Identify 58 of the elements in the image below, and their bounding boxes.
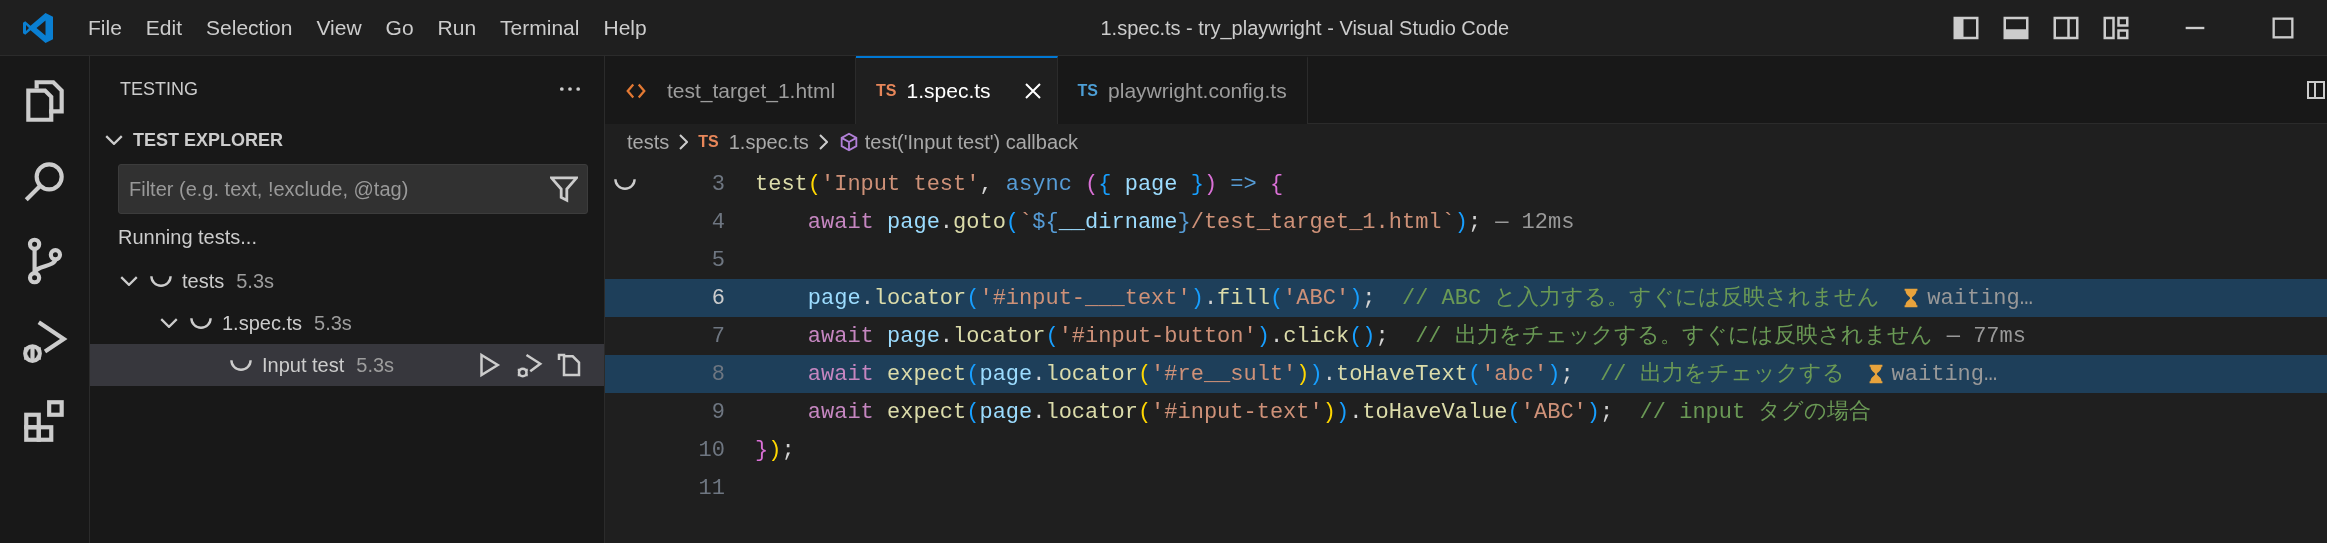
editor-tab[interactable]: TS playwright.config.ts	[1057, 56, 1308, 124]
sidebar-title: TESTING	[120, 77, 198, 101]
run-duration: — 77ms	[1946, 322, 2026, 351]
duration-text: 5.3s	[314, 311, 352, 336]
menu-item[interactable]: File	[76, 11, 134, 44]
menu-item[interactable]: Selection	[194, 11, 305, 44]
file-type-label: TS	[876, 81, 897, 101]
chevron-icon	[818, 134, 828, 150]
chevron-icon	[679, 134, 689, 150]
filter-icon[interactable]	[550, 175, 578, 203]
tree-item[interactable]: Input test 5.3s	[90, 344, 604, 386]
file-type-label: TS	[1077, 81, 1099, 101]
menu-item[interactable]: View	[304, 11, 374, 44]
line-number: 7	[710, 322, 725, 351]
code-line: test('Input test', async ({ page }) => {	[754, 170, 1284, 199]
duration-text: 5.3s	[236, 269, 275, 294]
code-line: await page.goto(`${__dirname}/test_target_1.html`);	[806, 208, 1482, 237]
file-type-label: TS	[698, 132, 719, 152]
line-number: 11	[697, 474, 725, 503]
spinner-icon	[614, 178, 636, 190]
line-number: 6	[710, 284, 725, 313]
breadcrumb-item[interactable]: 1.spec.ts	[728, 127, 809, 157]
waiting-status: waiting…	[1927, 284, 2033, 313]
section-title[interactable]: TEST EXPLORER	[133, 126, 284, 154]
line-number: 8	[710, 360, 725, 389]
code-line: await expect(page.locator('#input-text')).toHaveValue('ABC'); // input タグの場合	[806, 398, 1872, 427]
code-line: });	[754, 436, 795, 465]
duration-text: 5.3s	[356, 353, 395, 378]
filter-field[interactable]: Filter (e.g. text, !exclude, @tag)	[118, 164, 588, 214]
menu-item[interactable]: Help	[591, 11, 659, 44]
menu-item[interactable]: Edit	[133, 11, 195, 44]
run-duration: — 12ms	[1495, 208, 1575, 237]
menu-item[interactable]: Go	[373, 11, 426, 44]
line-number: 9	[710, 398, 725, 427]
waiting-status: waiting…	[1891, 360, 1998, 389]
spinner-icon	[150, 275, 172, 287]
menu-item[interactable]: Terminal	[488, 11, 592, 44]
chevron-icon[interactable]	[105, 135, 123, 145]
breadcrumb-item[interactable]: test('Input test') callback	[864, 127, 1079, 157]
spinner-icon	[230, 359, 252, 371]
tree-item[interactable]: tests 5.3s	[90, 260, 604, 302]
spinner-icon	[190, 317, 212, 329]
chevron-icon[interactable]	[120, 276, 138, 286]
code-line: page.locator('#input-___text').fill('ABC'); // ABC と入力する。すぐには反映されません	[806, 284, 1881, 313]
line-number: 10	[697, 436, 725, 465]
breadcrumb-item[interactable]: tests	[627, 127, 670, 157]
status-text: Running tests...	[117, 225, 258, 250]
code-line: await expect(page.locator('#re__sult')).toHaveText('abc'); // 出力をチェックする	[806, 360, 1845, 389]
menu-item[interactable]: Run	[425, 11, 489, 44]
editor-tab[interactable]: test_target_1.html	[605, 56, 857, 124]
code-line: await page.locator('#input-button').click(); // 出力をチェックする。すぐには反映されません	[806, 322, 1933, 351]
editor-tab[interactable]: TS 1.spec.ts	[856, 56, 1058, 124]
line-number: 4	[710, 208, 725, 237]
tree-item[interactable]: 1.spec.ts 5.3s	[90, 302, 604, 344]
line-number: 3	[710, 170, 725, 199]
window-title: 1.spec.ts - try_playwright - Visual Studio Code	[1100, 16, 1510, 39]
chevron-icon[interactable]	[160, 318, 178, 328]
line-number: 5	[710, 246, 725, 275]
